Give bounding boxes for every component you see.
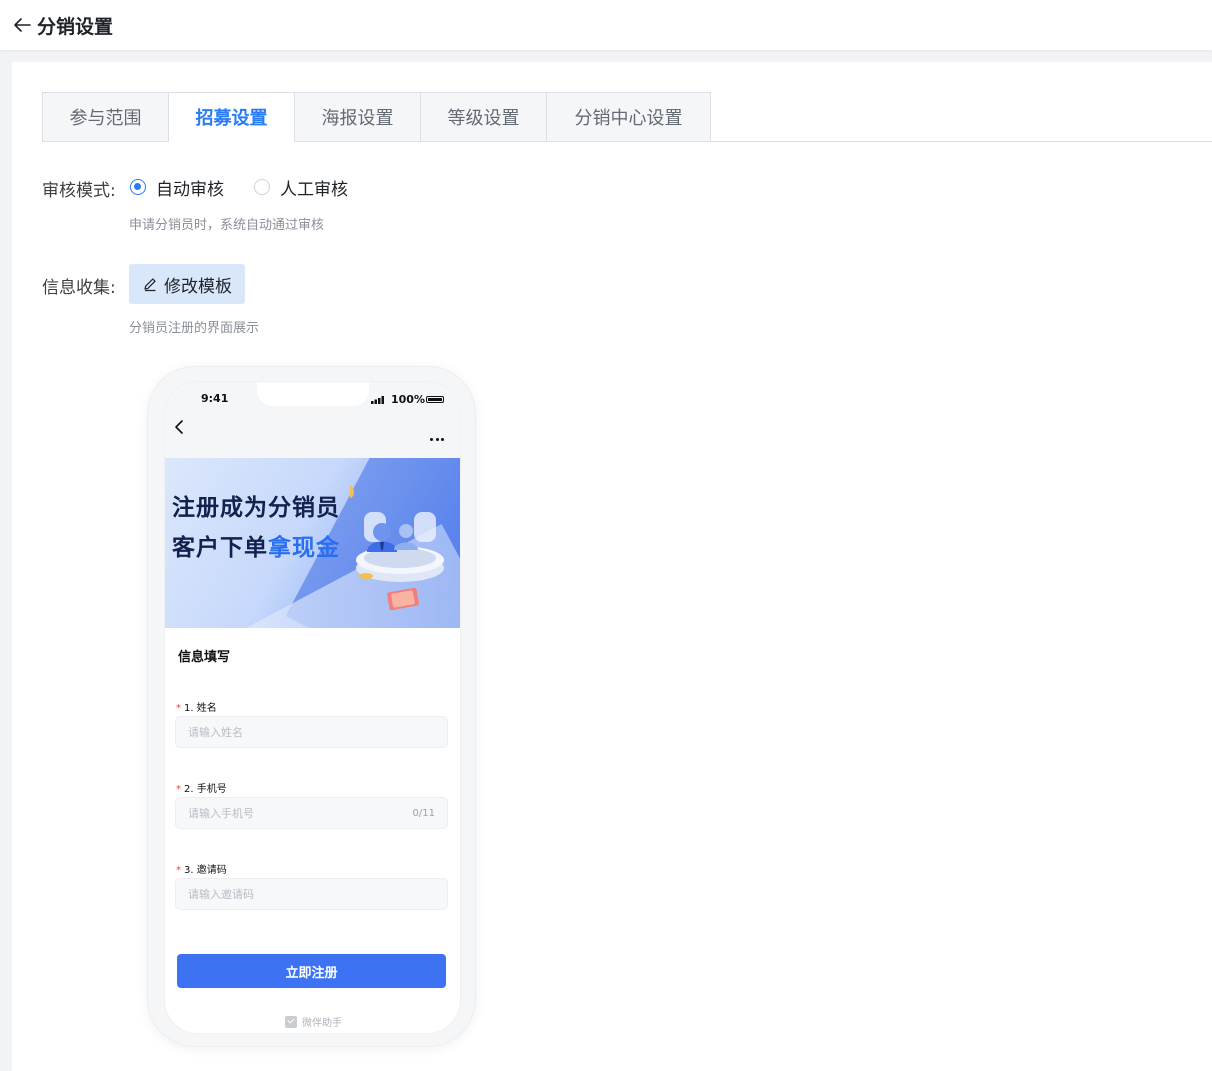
- user-podium-illustration-icon: [350, 486, 444, 611]
- banner-headline: 注册成为分销员: [172, 495, 340, 521]
- pencil-icon: [144, 278, 156, 292]
- footer-text: 微伴助手: [302, 1018, 342, 1029]
- radio-manual-review[interactable]: 人工审核: [254, 175, 348, 200]
- radio-manual-review-label: 人工审核: [280, 179, 348, 200]
- page-title: 分销设置: [37, 15, 114, 38]
- radio-auto-review-label: 自动审核: [156, 179, 224, 200]
- info-collection-hint: 分销员注册的界面展示: [129, 321, 260, 336]
- info-collection-label: 信息收集:: [42, 278, 116, 298]
- register-now-button[interactable]: 立即注册: [177, 954, 446, 988]
- phone-back-icon[interactable]: [173, 419, 185, 439]
- radio-unchecked-icon: [254, 179, 270, 195]
- review-mode-radio-group: 自动审核 人工审核: [130, 174, 378, 200]
- phone-preview: 9:41 100% 注册成为分销员 客户下单拿现金 信息填写 * 1. 姓名 请…: [147, 366, 476, 1047]
- edit-template-label: 修改模板: [164, 276, 232, 297]
- invite-code-field-label: * 3. 邀请码: [176, 865, 227, 876]
- tab-distribution-center-settings[interactable]: 分销中心设置: [547, 92, 711, 142]
- banner-subheadline: 客户下单拿现金: [172, 535, 340, 561]
- phone-input-char-count: 0/11: [412, 807, 435, 819]
- name-input[interactable]: 请输入姓名: [175, 716, 448, 748]
- review-mode-hint: 申请分销员时，系统自动通过审核: [129, 218, 325, 233]
- tab-recruit-settings[interactable]: 招募设置: [169, 92, 295, 142]
- status-battery-text: 100%: [391, 393, 425, 406]
- edit-template-button[interactable]: 修改模板: [129, 264, 245, 304]
- form-title: 信息填写: [178, 650, 231, 665]
- tab-bar: 参与范围 招募设置 海报设置 等级设置 分销中心设置: [42, 92, 711, 142]
- battery-icon: [426, 396, 444, 403]
- signal-icon: [371, 396, 384, 404]
- recruit-banner: 注册成为分销员 客户下单拿现金: [165, 458, 460, 628]
- phone-number-input[interactable]: 请输入手机号 0/11: [175, 797, 448, 829]
- phone-field-label: * 2. 手机号: [176, 784, 227, 795]
- review-mode-label: 审核模式:: [42, 181, 116, 201]
- more-options-icon[interactable]: [430, 426, 447, 445]
- name-input-placeholder: 请输入姓名: [188, 726, 243, 739]
- page-header: 分销设置: [0, 0, 1212, 50]
- check-badge-icon: [285, 1015, 297, 1028]
- invite-code-input[interactable]: 请输入邀请码: [175, 878, 448, 910]
- invite-code-placeholder: 请输入邀请码: [188, 888, 254, 901]
- back-arrow-icon[interactable]: [10, 13, 34, 37]
- status-time: 9:41: [201, 392, 229, 405]
- radio-checked-icon: [130, 179, 146, 195]
- name-field-label: * 1. 姓名: [176, 703, 217, 714]
- radio-auto-review[interactable]: 自动审核: [130, 175, 224, 200]
- tab-level-settings[interactable]: 等级设置: [421, 92, 547, 142]
- phone-notch: [257, 382, 369, 406]
- powered-by-footer: 微伴助手: [165, 1014, 460, 1029]
- main-panel: 参与范围 招募设置 海报设置 等级设置 分销中心设置 审核模式: 自动审核 人工…: [12, 62, 1212, 1071]
- phone-screen: 9:41 100% 注册成为分销员 客户下单拿现金 信息填写 * 1. 姓名 请…: [164, 381, 461, 1034]
- tab-participation-scope[interactable]: 参与范围: [42, 92, 169, 142]
- tab-poster-settings[interactable]: 海报设置: [295, 92, 421, 142]
- phone-input-placeholder: 请输入手机号: [188, 807, 254, 820]
